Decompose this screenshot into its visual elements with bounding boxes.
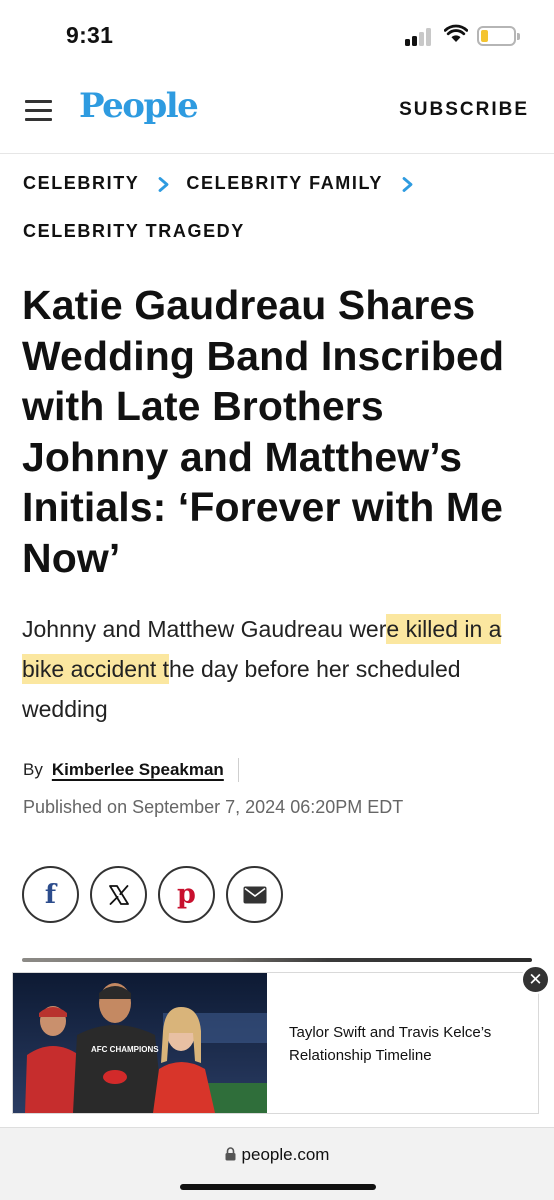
status-bar: 9:31 bbox=[0, 0, 554, 70]
deck-text-start: Johnny and Matthew Gaudreau wer bbox=[22, 616, 387, 642]
ad-photo: AFC CHAMPIONS bbox=[13, 973, 267, 1113]
close-icon: ✕ bbox=[528, 969, 543, 989]
facebook-share-button[interactable]: f bbox=[22, 866, 79, 923]
share-buttons: f p bbox=[22, 866, 294, 923]
article-headline: Katie Gaudreau Shares Wedding Band Inscr… bbox=[22, 282, 505, 581]
breadcrumb: CELEBRITY CELEBRITY FAMILY CELEBRITY TRA… bbox=[23, 170, 533, 244]
site-header: People SUBSCRIBE bbox=[0, 70, 554, 154]
url-text: people.com bbox=[241, 1145, 330, 1164]
byline-label: By bbox=[23, 760, 43, 779]
x-icon bbox=[108, 884, 129, 905]
x-share-button[interactable] bbox=[90, 866, 147, 923]
wifi-icon bbox=[444, 24, 468, 42]
ad-banner[interactable]: AFC CHAMPIONS Taylor Swift and Travis Ke… bbox=[12, 972, 539, 1114]
chevron-right-icon bbox=[157, 176, 170, 192]
url-field[interactable]: people.com bbox=[0, 1145, 554, 1165]
hamburger-menu-icon[interactable] bbox=[25, 100, 53, 122]
ad-title[interactable]: Taylor Swift and Travis Kelce’s Relation… bbox=[289, 1021, 529, 1067]
author-link[interactable]: Kimberlee Speakman bbox=[52, 760, 224, 780]
breadcrumb-celebrity-family[interactable]: CELEBRITY FAMILY bbox=[186, 173, 383, 194]
article-image-top bbox=[22, 958, 532, 962]
breadcrumb-celebrity[interactable]: CELEBRITY bbox=[23, 173, 139, 194]
email-icon bbox=[243, 886, 266, 903]
lock-icon bbox=[225, 1147, 236, 1161]
status-time: 9:31 bbox=[66, 22, 114, 48]
people-logo[interactable]: People bbox=[79, 86, 199, 126]
facebook-icon: f bbox=[44, 879, 57, 910]
ad-photo-caption: AFC CHAMPIONS bbox=[91, 1045, 159, 1054]
cellular-signal-icon bbox=[405, 28, 435, 46]
pinterest-icon: p bbox=[177, 879, 196, 910]
browser-address-bar: people.com bbox=[0, 1127, 554, 1200]
home-indicator[interactable] bbox=[180, 1184, 376, 1190]
byline: By Kimberlee Speakman bbox=[23, 758, 239, 782]
chevron-right-icon bbox=[401, 176, 414, 192]
battery-icon bbox=[477, 26, 520, 46]
ad-close-button[interactable]: ✕ bbox=[521, 965, 550, 994]
pinterest-share-button[interactable]: p bbox=[158, 866, 215, 923]
published-date: Published on September 7, 2024 06:20PM E… bbox=[23, 797, 404, 817]
email-share-button[interactable] bbox=[226, 866, 283, 923]
subscribe-button[interactable]: SUBSCRIBE bbox=[399, 99, 529, 121]
article-deck: Johnny and Matthew Gaudreau were killed … bbox=[22, 609, 537, 729]
breadcrumb-celebrity-tragedy[interactable]: CELEBRITY TRAGEDY bbox=[23, 221, 245, 242]
byline-divider bbox=[237, 758, 239, 782]
